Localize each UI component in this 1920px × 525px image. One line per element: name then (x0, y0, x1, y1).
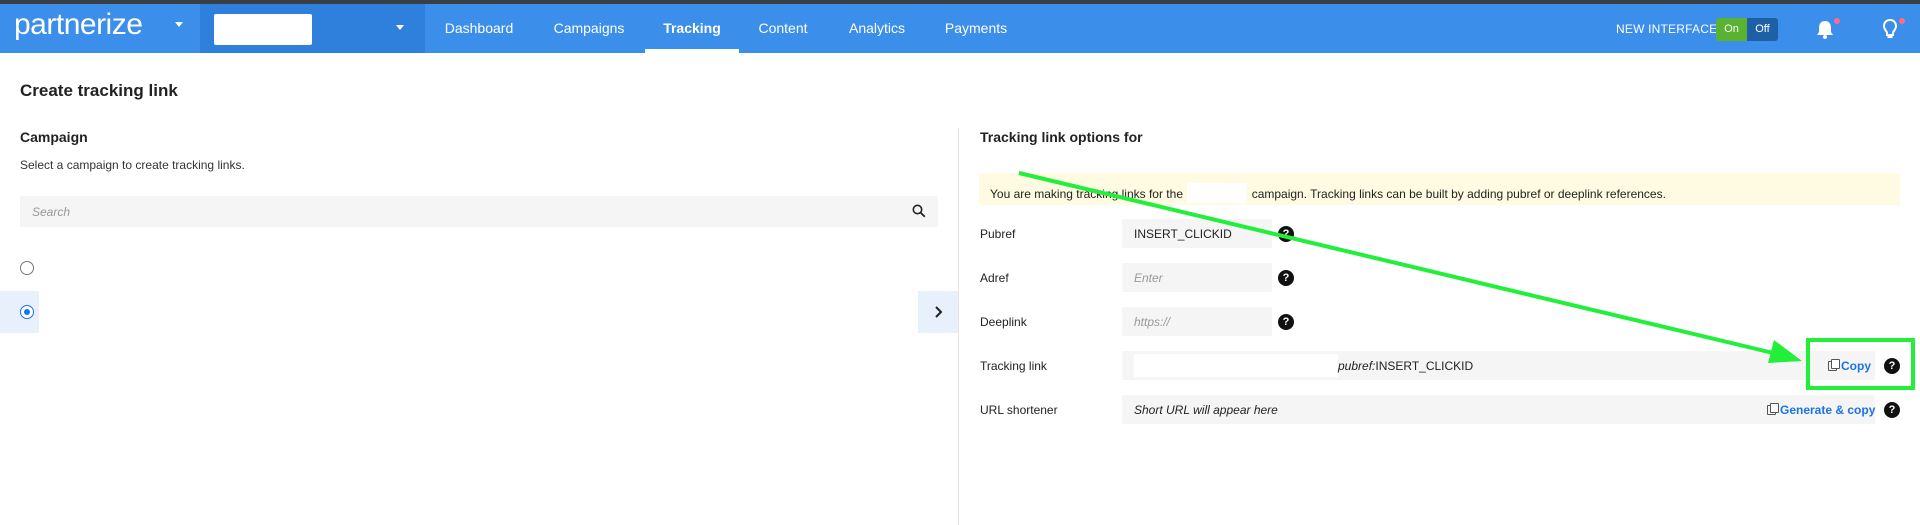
tab-tracking[interactable]: Tracking (645, 4, 739, 53)
short-url-placeholder: Short URL will appear here (1134, 403, 1278, 417)
chevron-down-icon[interactable] (396, 25, 404, 30)
info-notice: You are making tracking links for the ca… (979, 173, 1900, 205)
help-icon[interactable]: ? (1884, 402, 1900, 418)
pubref-label: Pubref (980, 227, 1016, 241)
tab-content[interactable]: Content (743, 4, 823, 53)
tab-dashboard[interactable]: Dashboard (429, 4, 529, 53)
help-icon[interactable]: ? (1278, 314, 1294, 330)
deeplink-field[interactable]: https:// (1122, 307, 1272, 336)
help-icon[interactable]: ? (1278, 270, 1294, 286)
redacted-campaign-name (1187, 183, 1248, 203)
tab-payments[interactable]: Payments (934, 4, 1018, 53)
chevron-right-icon (935, 306, 943, 318)
tracking-link-value: INSERT_CLICKID (1375, 359, 1474, 373)
redacted-url (1134, 354, 1338, 377)
pubref-field[interactable]: INSERT_CLICKID (1122, 219, 1272, 248)
campaign-heading: Campaign (20, 129, 88, 145)
campaign-radio-selected[interactable] (20, 305, 34, 319)
notification-dot (1834, 18, 1840, 24)
adref-input[interactable]: Enter (1134, 271, 1163, 285)
generate-copy-label: Generate & copy (1780, 403, 1876, 417)
tab-campaigns[interactable]: Campaigns (537, 4, 641, 53)
tab-analytics[interactable]: Analytics (836, 4, 918, 53)
campaign-hint: Select a campaign to create tracking lin… (20, 158, 245, 172)
partnerize-logo[interactable]: partnerize (14, 8, 143, 41)
page-title: Create tracking link (20, 81, 178, 100)
toggle-off[interactable]: Off (1747, 18, 1778, 41)
deeplink-input[interactable]: https:// (1134, 315, 1170, 329)
next-button[interactable] (918, 291, 959, 333)
notice-text-end: campaign. Tracking links can be built by… (1251, 187, 1666, 201)
url-shortener-label: URL shortener (980, 403, 1058, 417)
url-shortener-field[interactable]: Short URL will appear here (1122, 395, 1875, 424)
help-icon[interactable]: ? (1278, 226, 1294, 242)
new-interface-label: NEW INTERFACE (1616, 22, 1718, 36)
notification-dot (1899, 18, 1905, 24)
deeplink-label: Deeplink (980, 315, 1027, 329)
chevron-down-icon[interactable] (175, 22, 183, 27)
search-icon[interactable] (912, 204, 926, 218)
adref-field[interactable]: Enter (1122, 263, 1272, 292)
generate-copy-button[interactable]: Generate & copy (1767, 403, 1875, 417)
annotation-arrow (1018, 171, 1802, 363)
annotation-highlight-box (1806, 338, 1915, 390)
options-heading: Tracking link options for (980, 129, 1143, 145)
tracking-link-text: pubref:INSERT_CLICKID (1338, 359, 1473, 373)
campaign-search[interactable]: Search (20, 196, 938, 227)
notice-text-start: You are making tracking links for the (990, 187, 1183, 201)
copy-icon (1767, 403, 1779, 415)
pubref-value[interactable]: INSERT_CLICKID (1134, 227, 1232, 241)
tracking-link-prefix: pubref: (1338, 359, 1376, 373)
logo-text: partnerize (14, 8, 143, 41)
campaign-radio[interactable] (20, 261, 34, 275)
new-interface-toggle[interactable]: On Off (1716, 18, 1778, 41)
tracking-link-field[interactable]: pubref:INSERT_CLICKID (1122, 351, 1875, 380)
adref-label: Adref (980, 271, 1009, 285)
toggle-on[interactable]: On (1716, 18, 1747, 41)
tracking-link-label: Tracking link (980, 359, 1047, 373)
search-input[interactable]: Search (32, 205, 70, 219)
panel-divider (958, 128, 959, 525)
account-name-field[interactable] (214, 14, 312, 45)
